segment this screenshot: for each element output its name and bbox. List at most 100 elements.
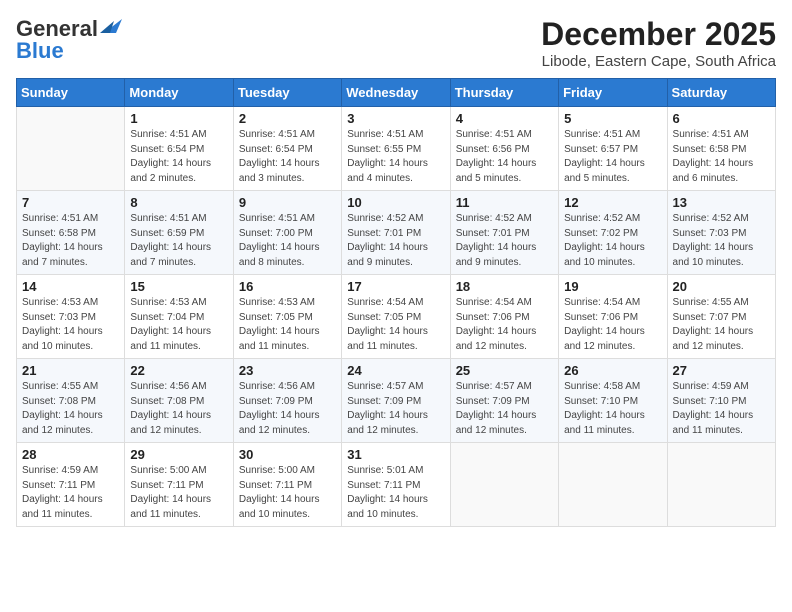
day-number: 18 [456,279,553,294]
day-detail: Sunrise: 4:57 AM Sunset: 7:09 PM Dayligh… [347,380,444,438]
calendar-cell: 28 Sunrise: 4:59 AM Sunset: 7:11 PM Dayli… [17,443,125,527]
day-number: 22 [130,363,227,378]
day-number: 28 [22,447,119,462]
calendar-cell: 5 Sunrise: 4:51 AM Sunset: 6:57 PM Daylig… [559,107,667,191]
day-number: 27 [673,363,770,378]
weekday-header: Wednesday [342,79,450,107]
day-number: 11 [456,195,553,210]
day-detail: Sunrise: 4:51 AM Sunset: 6:56 PM Dayligh… [456,128,553,186]
day-detail: Sunrise: 4:51 AM Sunset: 6:57 PM Dayligh… [564,128,661,186]
day-number: 9 [239,195,336,210]
day-number: 25 [456,363,553,378]
day-detail: Sunrise: 4:55 AM Sunset: 7:07 PM Dayligh… [673,296,770,354]
header: General Blue December 2025 Libode, Easte… [16,16,776,70]
calendar-cell: 16 Sunrise: 4:53 AM Sunset: 7:05 PM Dayli… [233,275,341,359]
calendar-cell: 4 Sunrise: 4:51 AM Sunset: 6:56 PM Daylig… [450,107,558,191]
day-detail: Sunrise: 4:54 AM Sunset: 7:05 PM Dayligh… [347,296,444,354]
location-title: Libode, Eastern Cape, South Africa [541,53,776,70]
calendar-cell: 14Sunrise: 4:53 AM Sunset: 7:03 PM Dayli… [17,275,125,359]
day-detail: Sunrise: 4:51 AM Sunset: 6:55 PM Dayligh… [347,128,444,186]
calendar-cell: 22 Sunrise: 4:56 AM Sunset: 7:08 PM Dayli… [125,359,233,443]
calendar-cell: 26 Sunrise: 4:58 AM Sunset: 7:10 PM Dayli… [559,359,667,443]
day-number: 24 [347,363,444,378]
day-number: 14 [22,279,119,294]
day-number: 20 [673,279,770,294]
calendar-cell: 30Sunrise: 5:00 AM Sunset: 7:11 PM Dayli… [233,443,341,527]
day-detail: Sunrise: 4:52 AM Sunset: 7:01 PM Dayligh… [456,212,553,270]
day-number: 13 [673,195,770,210]
day-number: 8 [130,195,227,210]
day-detail: Sunrise: 4:58 AM Sunset: 7:10 PM Dayligh… [564,380,661,438]
logo: General Blue [16,16,122,64]
day-number: 1 [130,111,227,126]
day-number: 6 [673,111,770,126]
day-number: 21 [22,363,119,378]
weekday-header: Monday [125,79,233,107]
day-detail: Sunrise: 4:55 AM Sunset: 7:08 PM Dayligh… [22,380,119,438]
day-detail: Sunrise: 4:51 AM Sunset: 6:59 PM Dayligh… [130,212,227,270]
calendar-cell [17,107,125,191]
calendar-cell: 29 Sunrise: 5:00 AM Sunset: 7:11 PM Dayli… [125,443,233,527]
calendar-cell: 18 Sunrise: 4:54 AM Sunset: 7:06 PM Dayli… [450,275,558,359]
day-number: 4 [456,111,553,126]
weekday-header: Tuesday [233,79,341,107]
weekday-header: Sunday [17,79,125,107]
day-detail: Sunrise: 4:59 AM Sunset: 7:11 PM Dayligh… [22,464,119,522]
day-detail: Sunrise: 4:56 AM Sunset: 7:08 PM Dayligh… [130,380,227,438]
day-number: 17 [347,279,444,294]
day-number: 29 [130,447,227,462]
day-detail: Sunrise: 4:53 AM Sunset: 7:04 PM Dayligh… [130,296,227,354]
day-number: 15 [130,279,227,294]
day-number: 31 [347,447,444,462]
day-detail: Sunrise: 4:54 AM Sunset: 7:06 PM Dayligh… [564,296,661,354]
logo-icon [100,15,122,35]
calendar-cell: 25 Sunrise: 4:57 AM Sunset: 7:09 PM Dayli… [450,359,558,443]
calendar-cell: 17 Sunrise: 4:54 AM Sunset: 7:05 PM Dayli… [342,275,450,359]
day-detail: Sunrise: 4:51 AM Sunset: 6:54 PM Dayligh… [130,128,227,186]
day-detail: Sunrise: 4:53 AM Sunset: 7:05 PM Dayligh… [239,296,336,354]
calendar-cell: 2Sunrise: 4:51 AM Sunset: 6:54 PM Daylig… [233,107,341,191]
calendar-cell: 27 Sunrise: 4:59 AM Sunset: 7:10 PM Dayli… [667,359,775,443]
calendar: SundayMondayTuesdayWednesdayThursdayFrid… [16,78,776,527]
calendar-cell: 1 Sunrise: 4:51 AM Sunset: 6:54 PM Daylig… [125,107,233,191]
calendar-cell: 20 Sunrise: 4:55 AM Sunset: 7:07 PM Dayli… [667,275,775,359]
calendar-cell [450,443,558,527]
calendar-cell: 21 Sunrise: 4:55 AM Sunset: 7:08 PM Dayli… [17,359,125,443]
calendar-cell: 19 Sunrise: 4:54 AM Sunset: 7:06 PM Dayli… [559,275,667,359]
day-detail: Sunrise: 4:51 AM Sunset: 7:00 PM Dayligh… [239,212,336,270]
day-number: 3 [347,111,444,126]
day-detail: Sunrise: 4:56 AM Sunset: 7:09 PM Dayligh… [239,380,336,438]
calendar-cell: 24 Sunrise: 4:57 AM Sunset: 7:09 PM Dayli… [342,359,450,443]
month-title: December 2025 [541,16,776,53]
calendar-cell: 3 Sunrise: 4:51 AM Sunset: 6:55 PM Daylig… [342,107,450,191]
day-detail: Sunrise: 4:52 AM Sunset: 7:01 PM Dayligh… [347,212,444,270]
day-detail: Sunrise: 4:51 AM Sunset: 6:54 PM Dayligh… [239,128,336,186]
calendar-cell: 10Sunrise: 4:52 AM Sunset: 7:01 PM Dayli… [342,191,450,275]
title-area: December 2025 Libode, Eastern Cape, Sout… [541,16,776,70]
calendar-cell: 7 Sunrise: 4:51 AM Sunset: 6:58 PM Daylig… [17,191,125,275]
calendar-cell: 13 Sunrise: 4:52 AM Sunset: 7:03 PM Dayli… [667,191,775,275]
day-number: 23 [239,363,336,378]
calendar-cell: 8 Sunrise: 4:51 AM Sunset: 6:59 PM Daylig… [125,191,233,275]
day-detail: Sunrise: 4:52 AM Sunset: 7:03 PM Dayligh… [673,212,770,270]
day-detail: Sunrise: 4:59 AM Sunset: 7:10 PM Dayligh… [673,380,770,438]
day-number: 7 [22,195,119,210]
day-number: 5 [564,111,661,126]
day-detail: Sunrise: 4:52 AM Sunset: 7:02 PM Dayligh… [564,212,661,270]
day-detail: Sunrise: 4:57 AM Sunset: 7:09 PM Dayligh… [456,380,553,438]
day-detail: Sunrise: 4:51 AM Sunset: 6:58 PM Dayligh… [22,212,119,270]
day-detail: Sunrise: 5:00 AM Sunset: 7:11 PM Dayligh… [130,464,227,522]
day-number: 16 [239,279,336,294]
day-detail: Sunrise: 4:54 AM Sunset: 7:06 PM Dayligh… [456,296,553,354]
day-number: 12 [564,195,661,210]
day-number: 19 [564,279,661,294]
day-detail: Sunrise: 5:00 AM Sunset: 7:11 PM Dayligh… [239,464,336,522]
calendar-cell [667,443,775,527]
weekday-header: Thursday [450,79,558,107]
calendar-cell: 23 Sunrise: 4:56 AM Sunset: 7:09 PM Dayli… [233,359,341,443]
day-number: 26 [564,363,661,378]
calendar-cell: 15 Sunrise: 4:53 AM Sunset: 7:04 PM Dayli… [125,275,233,359]
calendar-cell [559,443,667,527]
day-detail: Sunrise: 5:01 AM Sunset: 7:11 PM Dayligh… [347,464,444,522]
calendar-cell: 31 Sunrise: 5:01 AM Sunset: 7:11 PM Dayli… [342,443,450,527]
